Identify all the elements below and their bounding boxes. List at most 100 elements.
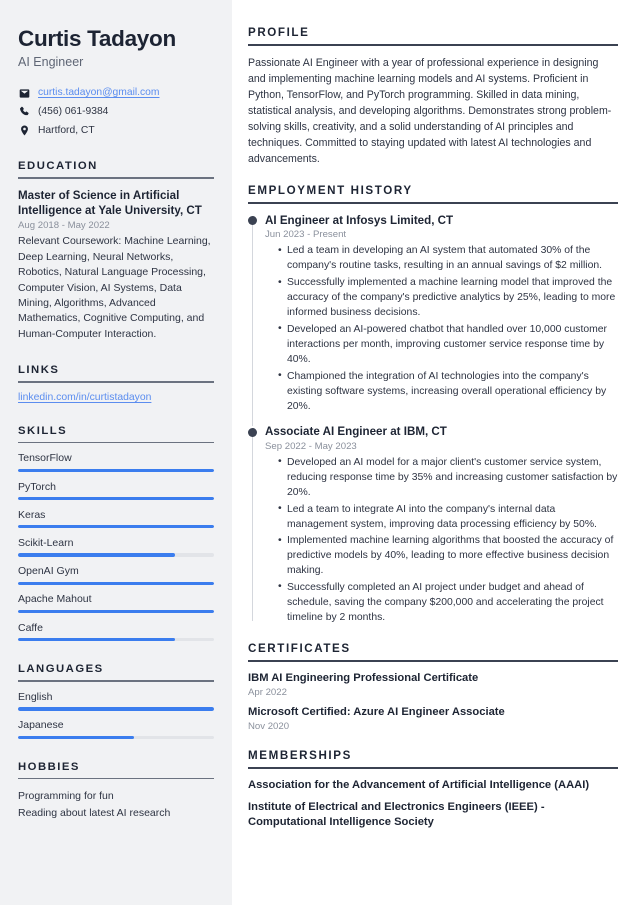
employment-title: AI Engineer at Infosys Limited, CT xyxy=(265,213,454,227)
bar-label: English xyxy=(18,690,53,703)
employment-date: Sep 2022 - May 2023 xyxy=(265,440,357,452)
hobby-item: Programming for fun xyxy=(18,790,114,803)
skills-rule xyxy=(18,441,214,444)
bar-track xyxy=(18,581,214,585)
certificate-date: Apr 2022 xyxy=(248,686,287,698)
bar-track xyxy=(18,609,214,614)
hobbies-rule xyxy=(18,777,214,780)
employment-title: Associate AI Engineer at IBM, CT xyxy=(265,425,447,439)
location-pin-icon xyxy=(18,125,30,136)
employment-bullet: Led a team in developing an AI system th… xyxy=(278,243,618,273)
bar-row: Apache Mahout xyxy=(18,593,214,614)
employment-date: Jun 2023 - Present xyxy=(265,229,347,241)
section-hobbies: HOBBIES Programming for fun Reading about… xyxy=(18,761,214,823)
bar-track xyxy=(18,468,214,473)
languages-list: English Japanese xyxy=(18,691,214,739)
section-certificates: CERTIFICATES IBM AI Engineering Professi… xyxy=(248,642,618,732)
bar-track xyxy=(18,638,214,642)
languages-heading: LANGUAGES xyxy=(18,663,104,676)
bar-track xyxy=(18,553,214,557)
section-languages: LANGUAGES English Japanese xyxy=(18,663,214,739)
contact-location: Hartford, CT xyxy=(18,124,214,138)
employment-bullet-list: Led a team in developing an AI system th… xyxy=(265,243,618,413)
bar-fill xyxy=(18,553,175,557)
section-employment-history: EMPLOYMENT HISTORY AI Engineer at Infosy… xyxy=(248,184,618,625)
bar-fill xyxy=(18,638,175,642)
memberships-list: Association for the Advancement of Artif… xyxy=(248,778,618,830)
bar-label: Scikit-Learn xyxy=(18,536,74,549)
certificate-name: Microsoft Certified: Azure AI Engineer A… xyxy=(248,705,505,718)
contact-location-value: Hartford, CT xyxy=(38,124,95,136)
membership-item: Institute of Electrical and Electronics … xyxy=(248,800,545,828)
certificates-heading: CERTIFICATES xyxy=(248,642,351,656)
bar-label: Apache Mahout xyxy=(18,593,92,606)
hobbies-heading: HOBBIES xyxy=(18,760,80,773)
candidate-name: Curtis Tadayon xyxy=(18,26,176,51)
timeline-line xyxy=(252,433,254,622)
bar-label: Japanese xyxy=(18,719,64,732)
employment-bullet: Led a team to integrate AI into the comp… xyxy=(278,501,618,532)
bar-fill xyxy=(18,581,214,585)
bar-fill xyxy=(18,525,214,529)
certificate-name: IBM AI Engineering Professional Certific… xyxy=(248,671,479,684)
bar-label: OpenAI Gym xyxy=(18,565,79,578)
profile-heading: PROFILE xyxy=(248,26,310,39)
contact-phone: (456) 061-9384 xyxy=(18,105,214,119)
bar-fill xyxy=(18,609,214,614)
education-degree: Master of Science in Artificial Intellig… xyxy=(18,188,202,217)
education-rule xyxy=(18,177,214,179)
hobbies-list: Programming for fun Reading about latest … xyxy=(18,788,214,822)
contact-email[interactable]: curtis.tadayon@gmail.com xyxy=(18,86,214,100)
section-profile: PROFILE Passionate AI Engineer with a ye… xyxy=(248,26,618,167)
memberships-rule xyxy=(248,766,618,769)
bar-track xyxy=(18,525,214,529)
contact-phone-value: (456) 061-9384 xyxy=(38,105,109,117)
education-description: Relevant Coursework: Machine Learning, D… xyxy=(18,235,211,340)
employment-bullet: Successfully completed an AI project und… xyxy=(278,579,618,625)
contact-email-value[interactable]: curtis.tadayon@gmail.com xyxy=(38,86,159,100)
skills-heading: SKILLS xyxy=(18,424,68,437)
link-item-linkedin[interactable]: linkedin.com/in/curtistadayon xyxy=(18,392,214,403)
section-links: LINKS linkedin.com/in/curtistadayon xyxy=(18,364,214,403)
employment-bullet: Implemented machine learning algorithms … xyxy=(278,533,618,578)
membership-item: Association for the Advancement of Artif… xyxy=(248,778,590,791)
education-date: Aug 2018 - May 2022 xyxy=(18,220,110,232)
bar-row: Scikit-Learn xyxy=(18,537,214,557)
employment-bullet: Championed the integration of AI technol… xyxy=(278,368,618,414)
main-content: PROFILE Passionate AI Engineer with a ye… xyxy=(232,0,640,905)
bar-row: Caffe xyxy=(18,622,214,642)
timeline-dot-icon xyxy=(248,216,257,226)
contact-list: curtis.tadayon@gmail.com (456) 061-9384 … xyxy=(18,86,214,138)
employment-bullet: Successfully implemented a machine learn… xyxy=(278,275,618,320)
bar-row: OpenAI Gym xyxy=(18,565,214,585)
sidebar: Curtis Tadayon AI Engineer curtis.tadayo… xyxy=(0,0,232,905)
hobby-item: Reading about latest AI research xyxy=(18,807,171,820)
bar-track xyxy=(18,735,214,739)
employment-entry: AI Engineer at Infosys Limited, CT Jun 20… xyxy=(248,213,618,427)
bar-label: Keras xyxy=(18,508,46,521)
links-rule xyxy=(18,381,214,383)
bar-track xyxy=(18,497,214,501)
bar-fill xyxy=(18,468,214,473)
employment-entry: Associate AI Engineer at IBM, CT Sep 2022… xyxy=(248,424,618,625)
phone-icon xyxy=(18,106,30,117)
bar-label: Caffe xyxy=(18,621,43,634)
employment-rule xyxy=(248,202,618,204)
certificate-date: Nov 2020 xyxy=(248,720,290,732)
section-education: EDUCATION Master of Science in Artificia… xyxy=(18,160,214,342)
employment-bullet-list: Developed an AI model for a major client… xyxy=(265,454,618,625)
timeline-dot-icon xyxy=(248,427,257,437)
employment-bullet: Developed an AI model for a major client… xyxy=(278,454,618,500)
bar-row: English xyxy=(18,691,214,711)
certificate-item: IBM AI Engineering Professional Certific… xyxy=(248,671,618,698)
envelope-icon xyxy=(18,88,30,99)
languages-rule xyxy=(18,680,214,682)
bar-row: TensorFlow xyxy=(18,452,214,473)
bar-fill xyxy=(18,707,214,711)
employment-timeline: AI Engineer at Infosys Limited, CT Jun 20… xyxy=(248,213,618,625)
links-heading: LINKS xyxy=(18,364,60,377)
bar-row: Japanese xyxy=(18,719,214,739)
bar-label: TensorFlow xyxy=(18,452,72,465)
bar-track xyxy=(18,707,214,711)
bar-fill xyxy=(18,497,214,501)
